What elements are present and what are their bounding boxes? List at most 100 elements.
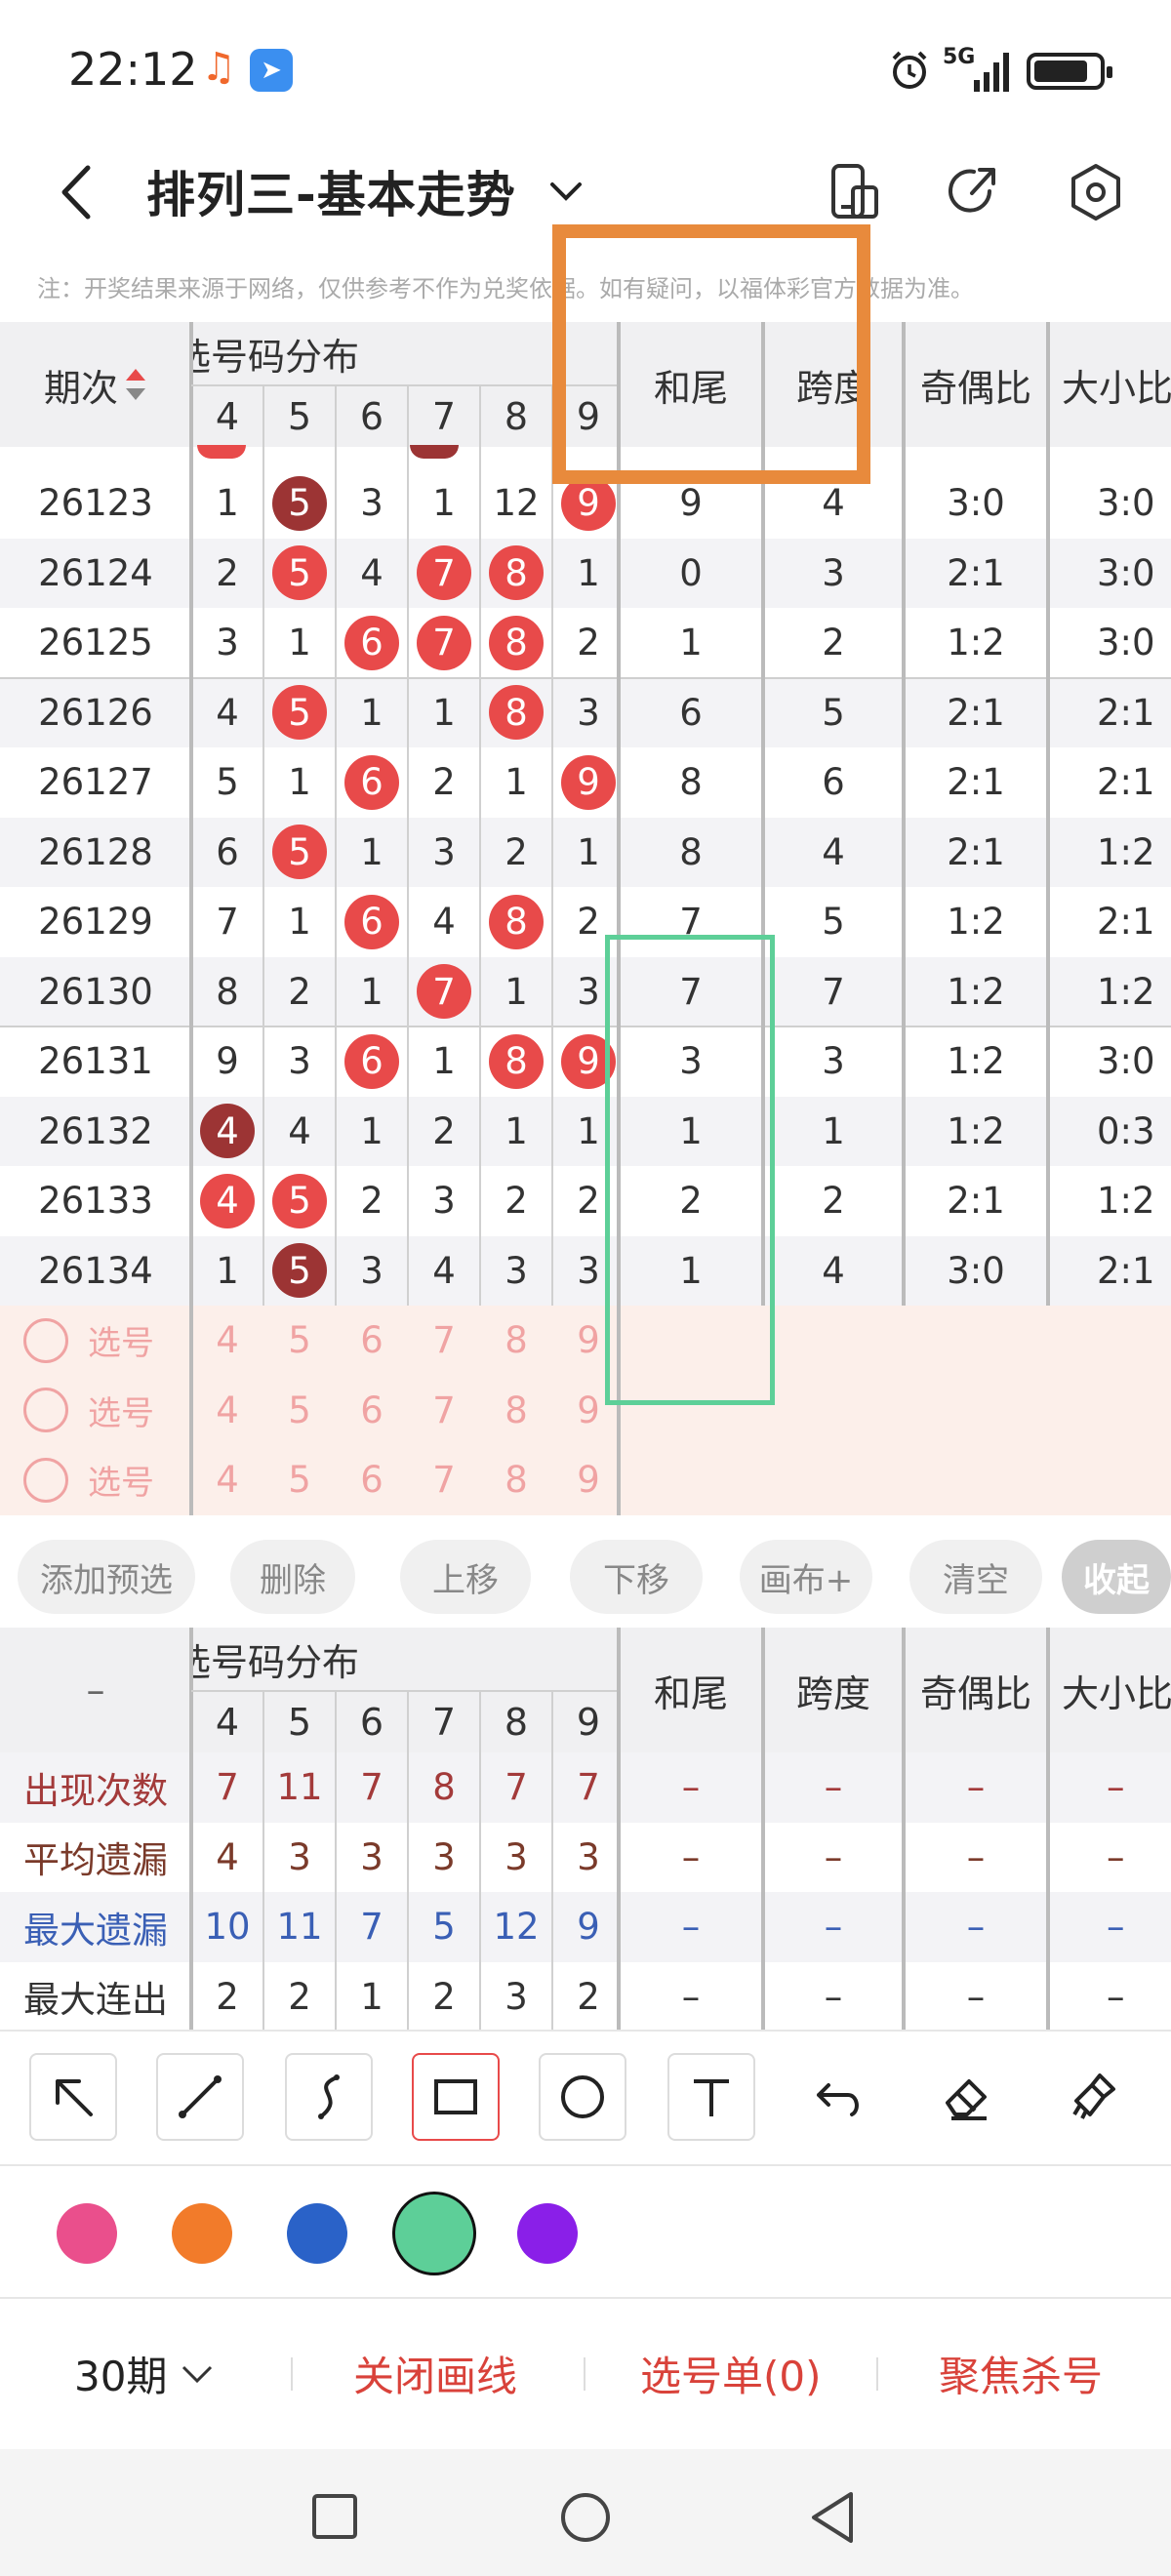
pick-digit[interactable]: 7 [408,1445,480,1515]
digit-cell: 9 [216,1040,239,1083]
pick-digit[interactable]: 4 [191,1306,263,1376]
period-cell: 26125 [38,622,153,664]
metric-cell: 0 [679,551,703,594]
page-title[interactable]: 排列三-基本走势 [146,156,516,226]
pick-digit[interactable]: 6 [336,1306,408,1376]
undo-icon[interactable] [794,2053,882,2141]
back-nav-icon[interactable] [806,2488,861,2547]
close-lines-button[interactable]: 关闭画线 [353,2344,517,2403]
pick-radio-icon[interactable] [23,1388,68,1433]
delete-button[interactable]: 删除 [230,1540,355,1614]
metric-cell: 2:1 [947,830,1005,873]
stats-dash: – [1107,1906,1125,1949]
metric-column-header: 大小比 [1048,322,1171,447]
arrow-tool-icon[interactable] [29,2053,117,2141]
metric-column-header: 和尾 [619,1628,763,1752]
pick-row-label[interactable]: 选号 [0,1306,191,1376]
digit-cell: 5 [263,818,336,888]
orange-annotation-rectangle [552,224,870,484]
pink-color-swatch[interactable] [57,2203,117,2264]
move-up-button[interactable]: 上移 [400,1540,531,1614]
rectangle-tool-icon[interactable] [412,2053,500,2141]
pick-digit[interactable]: 7 [408,1306,480,1376]
digit-cell: 2 [505,1180,528,1223]
metric-cell: 3:0 [947,1249,1005,1292]
digit-cell: 7 [408,608,480,678]
green-color-swatch[interactable] [392,2192,476,2275]
drawn-number-ball: 6 [344,615,399,670]
stats-value: 3 [288,1835,311,1878]
canvas-plus-button[interactable]: 画布+ [740,1540,872,1614]
text-tool-icon[interactable] [667,2053,755,2141]
curve-tool-icon[interactable] [285,2053,373,2141]
pick-digit[interactable]: 6 [336,1445,408,1515]
pick-row-label[interactable]: 选号 [0,1376,191,1446]
metric-column-header: 奇偶比 [904,322,1048,447]
add-preselect-button[interactable]: 添加预选 [18,1540,195,1614]
share-icon[interactable] [939,158,1007,226]
chevron-down-icon[interactable] [545,170,587,213]
digit-cell: 8 [480,678,552,748]
ball-fragment [410,445,459,459]
sort-icon[interactable] [124,365,147,404]
digit-cell: 3 [216,622,239,664]
focus-kill-button[interactable]: 聚焦杀号 [939,2344,1103,2403]
chevron-down-icon[interactable] [180,2363,215,2387]
pick-label: 选号 [88,1393,154,1433]
back-icon[interactable] [49,158,107,226]
pick-actions: 添加预选 删除 上移 下移 画布+ 清空 收起 [0,1524,1171,1622]
line-tool-icon[interactable] [156,2053,244,2141]
orange-color-swatch[interactable] [172,2203,232,2264]
pick-radio-icon[interactable] [23,1317,68,1363]
metric-header-label: 大小比 [1062,366,1171,410]
recents-icon[interactable] [310,2492,359,2541]
pick-digit[interactable]: 6 [336,1376,408,1446]
home-icon[interactable] [558,2490,613,2545]
pick-radio-icon[interactable] [23,1457,68,1503]
digit-cell: 1 [288,622,311,664]
digit-cell: 1 [505,1109,528,1152]
collapse-button[interactable]: 收起 [1062,1540,1171,1614]
pick-digit[interactable]: 9 [552,1445,625,1515]
digit-cell: 2 [432,761,456,804]
pick-digit[interactable]: 5 [263,1445,336,1515]
period-header[interactable]: 期次 [0,322,191,447]
stats-value: 1 [360,1975,384,2018]
pick-digit[interactable]: 8 [480,1376,552,1446]
stats-value: 9 [577,1906,600,1949]
pick-digit[interactable]: 5 [263,1306,336,1376]
digit-cell: 8 [480,887,552,957]
pick-digit[interactable]: 8 [480,1445,552,1515]
group-divider [0,1026,1171,1027]
metric-column-header: 跨度 [763,1628,904,1752]
purple-color-swatch[interactable] [517,2203,578,2264]
circle-tool-icon[interactable] [539,2053,626,2141]
pick-digit[interactable]: 8 [480,1306,552,1376]
portrait-phone-icon[interactable] [820,158,888,226]
clear-button[interactable]: 清空 [909,1540,1042,1614]
stats-dash: – [1107,1835,1125,1878]
digit-cell: 3 [577,691,600,734]
digit-cell: 1 [577,551,600,594]
move-down-button[interactable]: 下移 [570,1540,703,1614]
status-bar: 22:12 ♫ ➤ 5G [0,0,1171,137]
clear-brush-icon[interactable] [1050,2053,1138,2141]
pick-row-label[interactable]: 选号 [0,1445,191,1515]
blue-color-swatch[interactable] [287,2203,347,2264]
battery-icon [1027,53,1112,90]
pick-digit[interactable]: 5 [263,1376,336,1446]
pick-digit[interactable]: 7 [408,1376,480,1446]
digit-cell: 6 [336,1026,408,1097]
pick-digit[interactable]: 4 [191,1445,263,1515]
settings-icon[interactable] [1062,158,1130,226]
pick-digit[interactable]: 4 [191,1376,263,1446]
pick-list-button[interactable]: 选号单(0) [640,2344,822,2403]
metric-cell: 2 [822,1180,845,1223]
period-cell: 26126 [38,691,153,734]
metric-cell: 8 [679,830,703,873]
digit-column-header: 9 [576,1701,601,1744]
digit-column-header: 8 [504,1701,529,1744]
period-select[interactable]: 30期 [74,2344,167,2403]
eraser-icon[interactable] [923,2053,1011,2141]
stats-dash: – [1107,1975,1125,2018]
